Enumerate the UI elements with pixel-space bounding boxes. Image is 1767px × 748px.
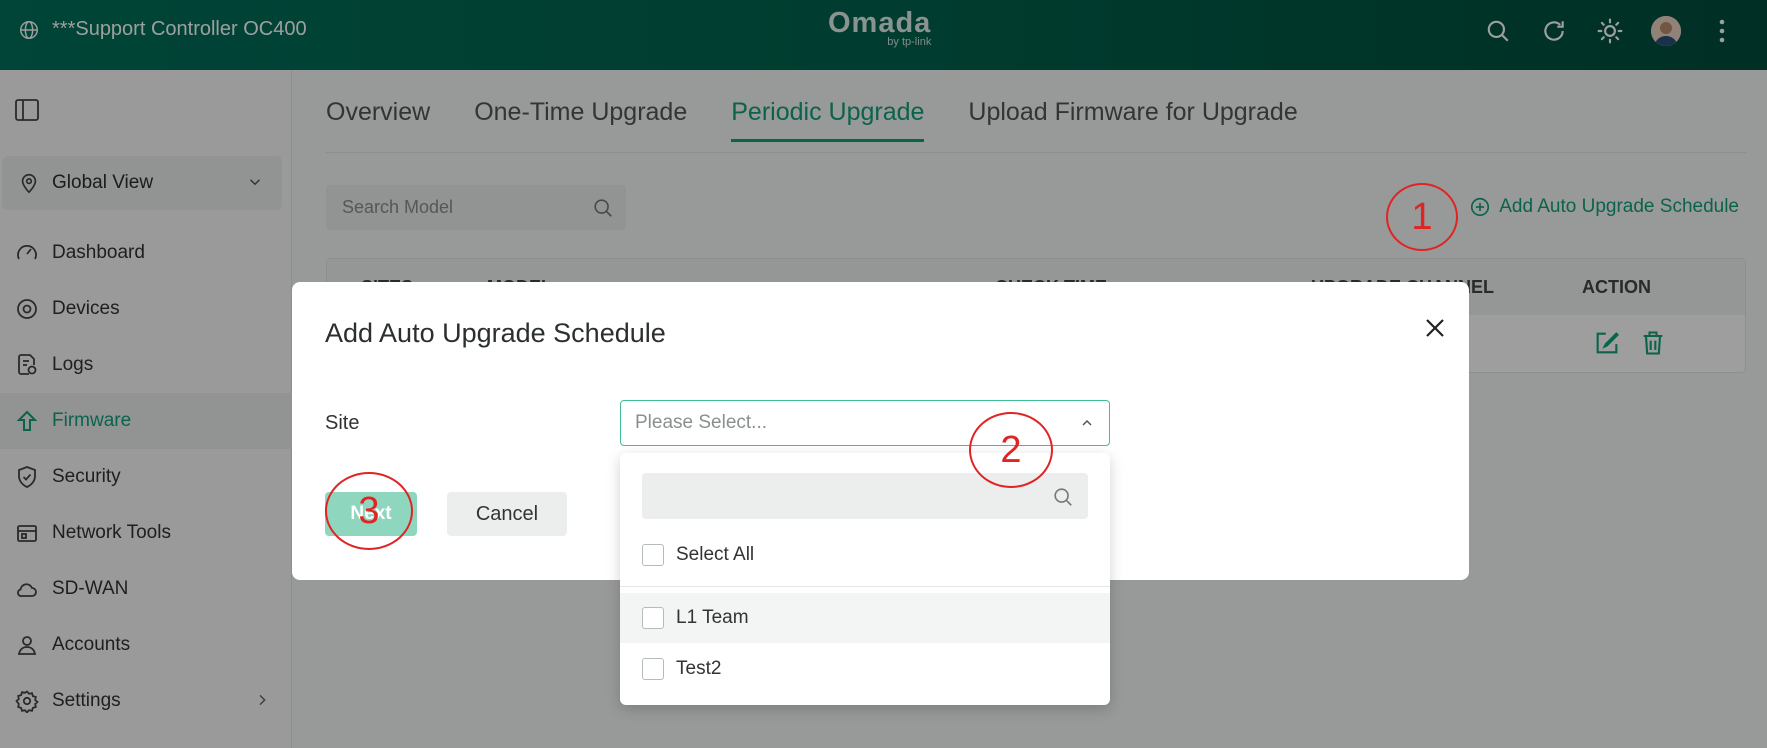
site-option-test2[interactable]: Test2 — [620, 644, 1110, 694]
annotation-step-3: 3 — [325, 472, 413, 550]
chevron-up-icon — [1082, 419, 1092, 426]
checkbox[interactable] — [642, 607, 664, 629]
annotation-step-2: 2 — [969, 412, 1053, 488]
checkbox[interactable] — [642, 658, 664, 680]
close-icon[interactable] — [1423, 316, 1447, 340]
dropdown-divider — [620, 586, 1110, 587]
checkbox[interactable] — [642, 544, 664, 566]
annotation-step-1: 1 — [1386, 183, 1458, 251]
search-icon — [1054, 488, 1072, 506]
select-all-option[interactable]: Select All — [620, 530, 1110, 580]
site-label: Site — [325, 412, 360, 434]
site-dropdown: Select All L1 Team Test2 — [620, 453, 1110, 705]
cancel-button[interactable]: Cancel — [447, 492, 567, 536]
dialog-title: Add Auto Upgrade Schedule — [325, 318, 666, 348]
site-option-l1-team[interactable]: L1 Team — [620, 593, 1110, 643]
